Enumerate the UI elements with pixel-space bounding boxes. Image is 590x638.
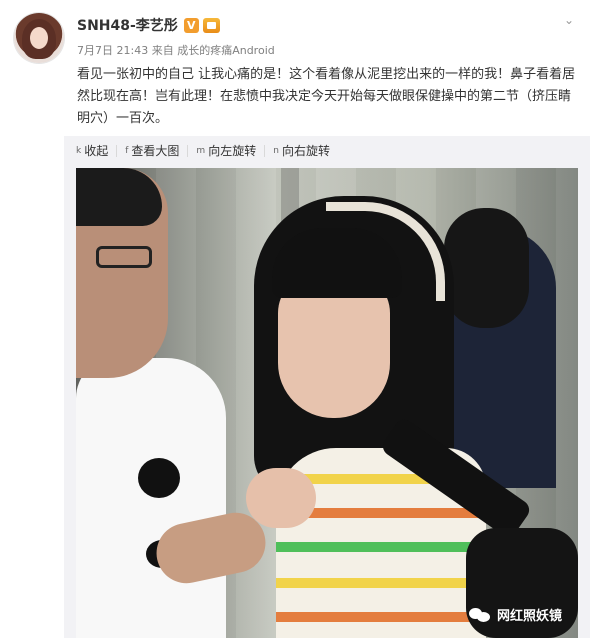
collapse-label: 收起 [84, 144, 109, 158]
watermark: 网红照妖镜 [468, 605, 562, 624]
toolbar-divider [116, 144, 118, 157]
post-photo[interactable]: 网红照妖镜 [76, 168, 578, 638]
verified-badge-icon[interactable]: V [183, 17, 199, 33]
watermark-label: 网红照妖镜 [496, 609, 562, 624]
rotate-left-button[interactable]: m 向左旋转 [196, 142, 256, 159]
rotate-right-button[interactable]: n 向右旋转 [273, 142, 330, 159]
toolbar-divider [264, 144, 266, 157]
member-crown-icon[interactable] [202, 17, 220, 33]
rotate-right-label: 向右旋转 [281, 144, 330, 158]
chevron-down-icon[interactable]: ⌄ [564, 13, 574, 27]
view-large-icon: f [125, 145, 129, 156]
post-header: SNH48-李艺彤 V [77, 14, 220, 36]
collapse-button[interactable]: k 收起 [76, 142, 108, 159]
man-glasses [96, 246, 152, 268]
rotate-left-icon: m [196, 145, 206, 156]
toolbar-divider [187, 144, 189, 157]
username-link[interactable]: SNH48-李艺彤 [77, 15, 178, 35]
post-text: 看见一张初中的自己 让我心痛的是！这个看着像从泥里挖出来的一样的我！鼻子看着居然… [77, 67, 576, 126]
rotate-left-label: 向左旋转 [208, 144, 257, 158]
view-large-label: 查看大图 [131, 144, 180, 158]
avatar[interactable] [14, 13, 64, 63]
avatar-face [30, 27, 48, 49]
source-link[interactable]: 成长的疼痛Android [177, 44, 275, 57]
rotate-right-icon: n [273, 145, 279, 156]
media-toolbar: k 收起 f 查看大图 m 向左旋转 n 向右旋转 [76, 142, 330, 159]
man-shirt [76, 358, 226, 638]
source-prefix: 来自 [151, 44, 174, 57]
wechat-icon [468, 606, 491, 624]
girl-hand [246, 468, 316, 528]
post-meta: 7月7日 21:43 来自 成长的疼痛Android [77, 42, 275, 58]
panda-print [138, 458, 180, 498]
view-large-button[interactable]: f 查看大图 [125, 142, 179, 159]
background-person-head [444, 208, 529, 328]
post-date[interactable]: 7月7日 21:43 [77, 44, 148, 57]
collapse-icon: k [76, 145, 82, 156]
